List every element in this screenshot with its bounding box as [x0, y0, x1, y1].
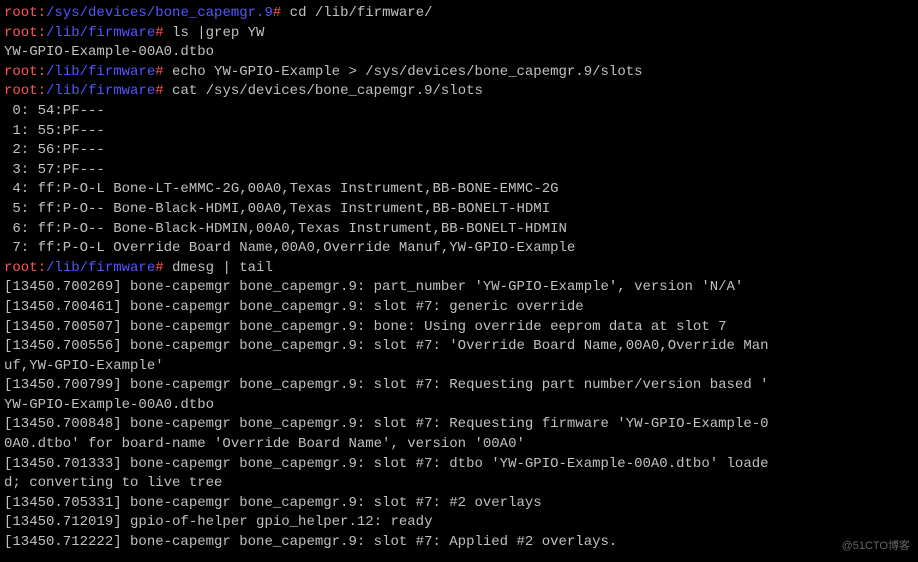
output-line: 0: 54:PF--- — [4, 102, 914, 122]
output-line: uf,YW-GPIO-Example' — [4, 357, 914, 377]
watermark-text: @51CTO博客 — [842, 539, 910, 554]
output-line: YW-GPIO-Example-00A0.dtbo — [4, 43, 914, 63]
command-text: ls |grep YW — [164, 25, 265, 41]
output-line: 1: 55:PF--- — [4, 122, 914, 142]
command-text: cat /sys/devices/bone_capemgr.9/slots — [164, 83, 483, 99]
prompt-path: /sys/devices/bone_capemgr.9 — [46, 5, 273, 21]
command-text: cd /lib/firmware/ — [281, 5, 432, 21]
prompt-user: root — [4, 25, 38, 41]
prompt-line: root:/lib/firmware# dmesg | tail — [4, 259, 914, 279]
prompt-line: root:/lib/firmware# cat /sys/devices/bon… — [4, 82, 914, 102]
command-text: dmesg | tail — [164, 260, 273, 276]
prompt-path: /lib/firmware — [46, 64, 155, 80]
output-line: [13450.700269] bone-capemgr bone_capemgr… — [4, 278, 914, 298]
output-line: 0A0.dtbo' for board-name 'Override Board… — [4, 435, 914, 455]
output-line: 2: 56:PF--- — [4, 141, 914, 161]
output-line: [13450.700556] bone-capemgr bone_capemgr… — [4, 337, 914, 357]
command-text: echo YW-GPIO-Example > /sys/devices/bone… — [164, 64, 643, 80]
output-line: YW-GPIO-Example-00A0.dtbo — [4, 396, 914, 416]
output-line: [13450.701333] bone-capemgr bone_capemgr… — [4, 455, 914, 475]
output-line: [13450.700507] bone-capemgr bone_capemgr… — [4, 318, 914, 338]
output-line: [13450.700461] bone-capemgr bone_capemgr… — [4, 298, 914, 318]
prompt-path: /lib/firmware — [46, 83, 155, 99]
output-line: [13450.712019] gpio-of-helper gpio_helpe… — [4, 513, 914, 533]
output-line: 4: ff:P-O-L Bone-LT-eMMC-2G,00A0,Texas I… — [4, 180, 914, 200]
prompt-user: root — [4, 64, 38, 80]
prompt-line: root:/lib/firmware# echo YW-GPIO-Example… — [4, 63, 914, 83]
output-line: 5: ff:P-O-- Bone-Black-HDMI,00A0,Texas I… — [4, 200, 914, 220]
prompt-path: /lib/firmware — [46, 260, 155, 276]
prompt-line: root:/sys/devices/bone_capemgr.9# cd /li… — [4, 4, 914, 24]
prompt-line: root:/lib/firmware# ls |grep YW — [4, 24, 914, 44]
output-line: 3: 57:PF--- — [4, 161, 914, 181]
prompt-user: root — [4, 5, 38, 21]
output-line: [13450.705331] bone-capemgr bone_capemgr… — [4, 494, 914, 514]
output-line: 7: ff:P-O-L Override Board Name,00A0,Ove… — [4, 239, 914, 259]
output-line: 6: ff:P-O-- Bone-Black-HDMIN,00A0,Texas … — [4, 220, 914, 240]
output-line: [13450.712222] bone-capemgr bone_capemgr… — [4, 533, 914, 553]
prompt-user: root — [4, 260, 38, 276]
prompt-user: root — [4, 83, 38, 99]
output-line: d; converting to live tree — [4, 474, 914, 494]
output-line: [13450.700799] bone-capemgr bone_capemgr… — [4, 376, 914, 396]
prompt-path: /lib/firmware — [46, 25, 155, 41]
output-line: [13450.700848] bone-capemgr bone_capemgr… — [4, 415, 914, 435]
terminal-output[interactable]: root:/sys/devices/bone_capemgr.9# cd /li… — [4, 4, 914, 553]
